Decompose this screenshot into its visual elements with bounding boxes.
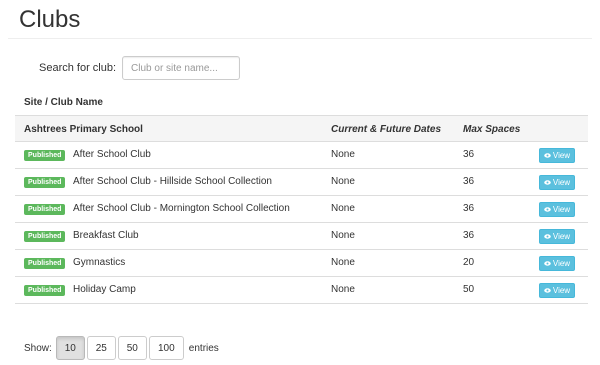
club-max-spaces: 36 [463, 203, 475, 214]
table-row: Published Breakfast Club None 36 View [15, 223, 588, 250]
club-name: After School Club [73, 149, 151, 160]
view-label: View [552, 232, 571, 241]
club-dates: None [331, 149, 355, 160]
club-name: Holiday Camp [73, 284, 136, 295]
club-max-spaces: 20 [463, 257, 475, 268]
club-name: Gymnastics [73, 257, 126, 268]
show-label: Show: [24, 342, 52, 354]
page-size-10-button[interactable]: 10 [55, 336, 85, 360]
column-header-dates: Current & Future Dates [331, 124, 442, 135]
table-row: Published After School Club - Hillside S… [15, 169, 588, 196]
club-max-spaces: 36 [463, 176, 475, 187]
page-size-100-button[interactable]: 100 [148, 336, 184, 360]
view-button[interactable]: View [539, 283, 575, 298]
table-row: Published Gymnastics None 20 View [15, 250, 588, 277]
view-label: View [552, 151, 571, 160]
table-row: Published After School Club - Mornington… [15, 196, 588, 223]
view-button[interactable]: View [539, 175, 575, 190]
status-badge: Published [24, 177, 66, 188]
club-dates: None [331, 203, 355, 214]
club-dates: None [331, 284, 355, 295]
club-dates: None [331, 257, 355, 268]
status-badge: Published [24, 231, 66, 242]
site-club-name-heading: Site / Club Name [24, 97, 103, 108]
eye-icon [544, 261, 551, 266]
eye-icon [544, 153, 551, 158]
page-size-selector: Show: 10 25 50 100 entries [24, 336, 219, 360]
search-label: Search for club: [39, 62, 117, 74]
view-button[interactable]: View [539, 202, 575, 217]
table-row: Published Holiday Camp None 50 View [15, 277, 588, 304]
page-size-25-button[interactable]: 25 [86, 336, 116, 360]
club-dates: None [331, 230, 355, 241]
eye-icon [544, 180, 551, 185]
status-badge: Published [24, 258, 66, 269]
search-input[interactable] [122, 56, 241, 80]
title-divider [8, 38, 592, 39]
club-max-spaces: 36 [463, 149, 475, 160]
column-header-max-spaces: Max Spaces [463, 124, 521, 135]
club-name: Breakfast Club [73, 230, 139, 241]
eye-icon [544, 288, 551, 293]
clubs-table: Ashtrees Primary School Current & Future… [15, 115, 588, 304]
eye-icon [544, 234, 551, 239]
status-badge: Published [24, 285, 66, 296]
club-dates: None [331, 176, 355, 187]
entries-label: entries [188, 342, 219, 354]
view-button[interactable]: View [539, 148, 575, 163]
view-label: View [552, 286, 571, 295]
eye-icon [544, 207, 551, 212]
status-badge: Published [24, 204, 66, 215]
search-row: Search for club: [39, 56, 241, 80]
view-label: View [552, 205, 571, 214]
status-badge: Published [24, 150, 66, 161]
view-label: View [552, 178, 571, 187]
view-label: View [552, 259, 571, 268]
club-name: After School Club - Mornington School Co… [73, 203, 290, 214]
table-row: Published After School Club None 36 View [15, 142, 588, 169]
club-name: After School Club - Hillside School Coll… [73, 176, 272, 187]
club-max-spaces: 36 [463, 230, 475, 241]
table-header: Ashtrees Primary School Current & Future… [15, 115, 588, 142]
column-header-site: Ashtrees Primary School [24, 124, 143, 135]
page-size-50-button[interactable]: 50 [117, 336, 147, 360]
view-button[interactable]: View [539, 229, 575, 244]
view-button[interactable]: View [539, 256, 575, 271]
page-title: Clubs [19, 6, 81, 33]
club-max-spaces: 50 [463, 284, 475, 295]
